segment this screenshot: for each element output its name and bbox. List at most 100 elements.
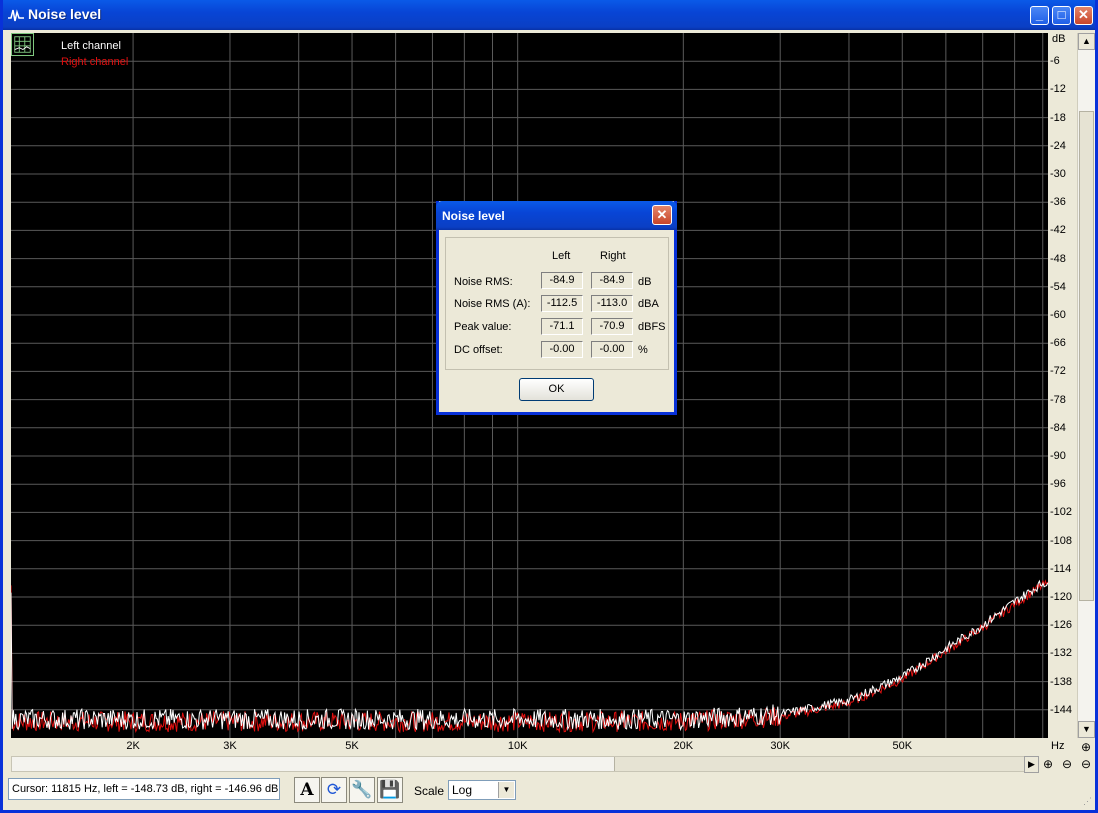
x-tick-label: 10K	[507, 740, 528, 752]
y-tick-label: -36	[1050, 196, 1066, 209]
y-axis: dB -6 -12 -18 -24 -30 -36 -42 -48 -54 -60 -66 -72 -7…	[1048, 33, 1076, 738]
window-title: Noise level	[28, 6, 102, 22]
x-axis: 2K 3K 5K 10K 20K 30K 50K	[11, 738, 1048, 754]
x-tick-label: 20K	[673, 740, 694, 752]
y-tick-label: -72	[1050, 365, 1066, 378]
y-tick-label: -66	[1050, 337, 1066, 350]
scale-label: Scale	[414, 784, 445, 798]
noise-level-dialog: Noise level ✕ Left Right Noise RMS: -84.…	[436, 201, 677, 415]
y-tick-label: -78	[1050, 393, 1066, 406]
y-tick-label: -90	[1050, 450, 1066, 462]
scale-value: Log	[452, 783, 473, 797]
y-tick-label: -60	[1050, 309, 1066, 321]
chart-icon[interactable]	[11, 33, 34, 56]
arrow-up-icon: ▲	[1082, 36, 1091, 46]
y-tick-label: -126	[1050, 619, 1073, 632]
x-tick-label: 5K	[345, 740, 359, 752]
y-tick-label: -132	[1050, 647, 1073, 660]
dialog-title: Noise level	[442, 209, 505, 223]
scroll-up-button[interactable]: ▲	[1078, 33, 1095, 50]
row-label-dc-offset: DC offset:	[454, 344, 503, 356]
y-tick-label: -24	[1050, 139, 1066, 152]
x-tick-label: 50K	[892, 740, 913, 752]
y-tick-label: -96	[1050, 478, 1066, 491]
x-tick-label: 2K	[126, 740, 140, 752]
zoom-in-icon: ⊕	[1042, 757, 1054, 771]
horizontal-scroll-thumb[interactable]	[614, 757, 1027, 771]
zoom-reset-button[interactable]: ⊖	[1078, 756, 1094, 772]
refresh-icon: ⟳	[326, 780, 342, 799]
x-axis-unit: Hz	[1051, 740, 1065, 752]
y-tick-label: -12	[1050, 83, 1066, 96]
dialog-title-bar[interactable]: Noise level ✕	[436, 201, 677, 230]
peak-value-unit: dBFS	[638, 321, 666, 333]
minimize-button[interactable]: _	[1030, 6, 1049, 25]
arrow-right-icon: ▶	[1028, 759, 1035, 769]
y-tick-label: -144	[1050, 703, 1073, 716]
title-bar[interactable]: Noise level _ □ ✕	[3, 0, 1095, 30]
font-button[interactable]: A	[294, 777, 320, 803]
y-axis-unit: dB	[1052, 33, 1066, 45]
y-tick-label: -42	[1050, 224, 1066, 237]
row-label-noise-rms-a: Noise RMS (A):	[454, 298, 531, 310]
y-tick-label: -6	[1050, 55, 1060, 68]
zoom-in-icon: ⊕	[1080, 740, 1092, 754]
y-tick-label: -84	[1050, 421, 1066, 434]
zoom-out-horizontal-button[interactable]: ⊖	[1059, 756, 1075, 772]
noise-rms-a-right-value: -113.0	[591, 295, 633, 312]
zoom-in-vertical-button[interactable]: ⊕	[1078, 739, 1094, 755]
arrow-down-icon: ▼	[1082, 724, 1091, 734]
zoom-out-icon: ⊖	[1061, 757, 1073, 771]
font-icon: A	[300, 780, 314, 800]
vertical-scrollbar[interactable]: ▲ ▼	[1077, 33, 1095, 738]
legend-left-channel: Left channel	[61, 40, 121, 52]
scroll-right-button[interactable]: ▶	[1024, 756, 1039, 773]
horizontal-scrollbar[interactable]: ▶	[11, 756, 1039, 773]
y-tick-label: -18	[1050, 111, 1066, 124]
zoom-in-horizontal-button[interactable]: ⊕	[1040, 756, 1056, 772]
y-tick-label: -30	[1050, 168, 1066, 180]
y-tick-label: -138	[1050, 675, 1073, 688]
peak-value-right-value: -70.9	[591, 318, 633, 335]
y-tick-label: -114	[1050, 562, 1072, 575]
save-button[interactable]: 💾	[377, 777, 403, 803]
close-button[interactable]: ✕	[1074, 6, 1093, 25]
dropdown-arrow-icon[interactable]: ▼	[498, 782, 514, 798]
dc-offset-unit: %	[638, 344, 648, 356]
row-label-peak-value: Peak value:	[454, 321, 512, 333]
maximize-icon: □	[1057, 7, 1066, 22]
resize-grip-icon[interactable]: ⋰	[1083, 796, 1095, 808]
x-tick-label: 3K	[223, 740, 237, 752]
close-icon: ✕	[1078, 7, 1089, 22]
y-tick-label: -54	[1050, 280, 1066, 293]
scale-dropdown[interactable]: Log ▼	[448, 780, 516, 800]
waveform-icon	[8, 9, 24, 22]
minimize-icon: _	[1035, 7, 1044, 22]
floppy-disk-icon: 💾	[379, 780, 401, 799]
ok-button[interactable]: OK	[519, 378, 594, 401]
wrench-icon: 🔧	[351, 780, 373, 799]
scroll-down-button[interactable]: ▼	[1078, 721, 1095, 738]
column-header-left: Left	[552, 250, 571, 262]
column-header-right: Right	[600, 250, 626, 262]
dc-offset-right-value: -0.00	[591, 341, 633, 358]
dialog-results-group: Left Right Noise RMS: -84.9 -84.9 dB Noi…	[445, 237, 669, 370]
y-tick-label: -120	[1050, 591, 1073, 603]
dc-offset-left-value: -0.00	[541, 341, 583, 358]
cursor-status: Cursor: 11815 Hz, left = -148.73 dB, rig…	[8, 778, 280, 800]
vertical-scroll-thumb[interactable]	[1079, 111, 1094, 601]
dialog-close-button[interactable]: ✕	[652, 205, 672, 225]
noise-rms-left-value: -84.9	[541, 272, 583, 289]
refresh-button[interactable]: ⟳	[321, 777, 347, 803]
noise-rms-unit: dB	[638, 276, 652, 288]
legend-right-channel: Right channel	[61, 56, 129, 68]
y-tick-label: -102	[1050, 506, 1073, 519]
row-label-noise-rms: Noise RMS:	[454, 276, 513, 288]
close-icon: ✕	[656, 207, 668, 222]
left-channel-trace	[11, 579, 1048, 732]
zoom-out-icon: ⊖	[1080, 757, 1092, 771]
settings-button[interactable]: 🔧	[349, 777, 375, 803]
noise-rms-right-value: -84.9	[591, 272, 633, 289]
noise-rms-a-unit: dBA	[638, 298, 659, 310]
maximize-button[interactable]: □	[1052, 6, 1071, 25]
